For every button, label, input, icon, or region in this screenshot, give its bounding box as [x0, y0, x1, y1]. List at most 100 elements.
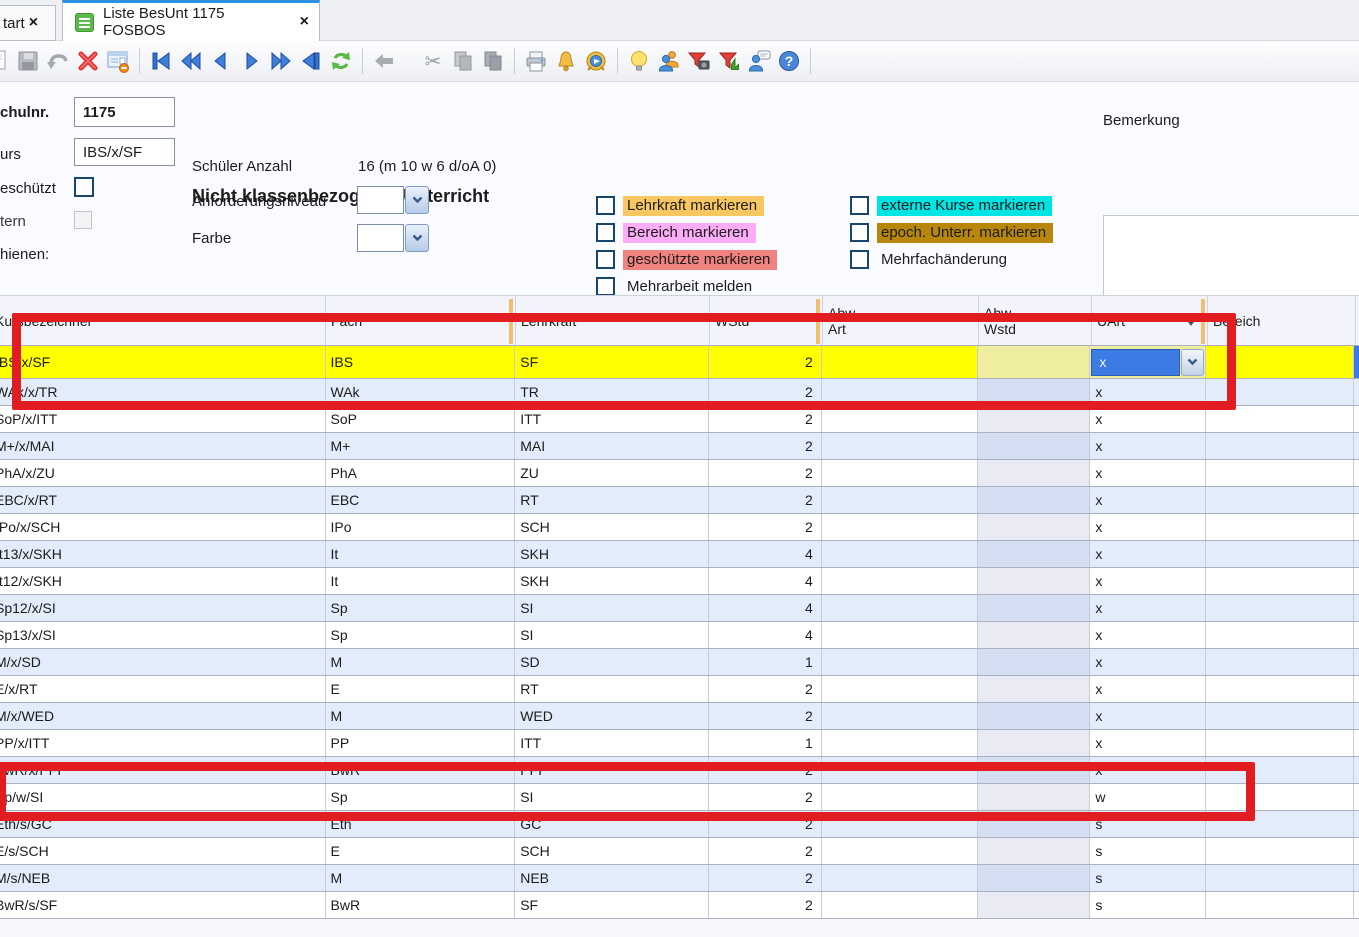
cell-abw-art[interactable]	[822, 703, 978, 729]
cell-bereich[interactable]	[1206, 703, 1354, 729]
cell-uart[interactable]: x	[1090, 730, 1206, 756]
table-row[interactable]: Sp12/x/SISpSI4x	[0, 595, 1359, 622]
nav-fast-back-icon[interactable]	[179, 49, 203, 73]
cell-abw-art[interactable]	[822, 676, 978, 702]
cell-lehrkraft[interactable]: ZU	[515, 460, 709, 486]
cell-abw-wstd[interactable]	[978, 595, 1091, 621]
cell-fach[interactable]: M+	[326, 433, 516, 459]
checkbox[interactable]	[596, 196, 615, 215]
cell-wstd[interactable]: 4	[709, 595, 822, 621]
filter-add-icon[interactable]	[717, 49, 741, 73]
cell-wstd[interactable]: 2	[709, 433, 822, 459]
tab-start[interactable]: tart ×	[0, 5, 56, 41]
cell-abw-art[interactable]	[822, 730, 978, 756]
cell-j[interactable]	[1354, 487, 1359, 513]
cell-j[interactable]	[1354, 811, 1359, 837]
cell-wstd[interactable]: 4	[709, 568, 822, 594]
tab-liste-besunt-close-icon[interactable]: ×	[300, 14, 309, 30]
help-icon[interactable]: ?	[777, 49, 801, 73]
schulnr-field[interactable]: 1175	[74, 97, 175, 127]
table-row[interactable]: Sp13/x/SISpSI4x	[0, 622, 1359, 649]
bulb-icon[interactable]	[627, 49, 651, 73]
cell-j[interactable]	[1354, 784, 1359, 810]
cell-j[interactable]	[1354, 865, 1359, 891]
cell-fach[interactable]: E	[326, 676, 516, 702]
table-row[interactable]: EBC/x/RTEBCRT2x	[0, 487, 1359, 514]
cell-kursbezeichner[interactable]: Sp12/x/SI	[0, 595, 326, 621]
new-record-icon[interactable]	[0, 49, 10, 73]
cell-wstd[interactable]: 2	[709, 676, 822, 702]
cell-bereich[interactable]	[1206, 676, 1354, 702]
cell-abw-wstd[interactable]	[978, 541, 1091, 567]
cell-wstd[interactable]: 2	[709, 703, 822, 729]
cell-fach[interactable]: BwR	[326, 892, 516, 918]
cut-icon[interactable]: ✂	[421, 49, 445, 73]
cell-j[interactable]	[1354, 514, 1359, 540]
cell-abw-wstd[interactable]	[978, 649, 1091, 675]
cell-fach[interactable]: M	[326, 649, 516, 675]
cell-wstd[interactable]: 4	[709, 541, 822, 567]
cell-abw-art[interactable]	[822, 595, 978, 621]
table-row[interactable]: SoP/x/ITTSoPITT2x	[0, 406, 1359, 433]
cell-wstd[interactable]: 2	[709, 460, 822, 486]
users-icon[interactable]	[657, 49, 681, 73]
cell-j[interactable]	[1354, 757, 1359, 783]
table-row[interactable]: PP/x/ITTPPITT1x	[0, 730, 1359, 757]
cell-j[interactable]	[1354, 568, 1359, 594]
filter-camera-icon[interactable]	[687, 49, 711, 73]
table-row[interactable]: E/x/RTERT2x	[0, 676, 1359, 703]
cell-lehrkraft[interactable]: MAI	[515, 433, 709, 459]
geschuetzt-checkbox[interactable]	[74, 177, 94, 197]
cell-abw-art[interactable]	[822, 541, 978, 567]
cell-abw-art[interactable]	[822, 649, 978, 675]
cell-abw-wstd[interactable]	[978, 622, 1091, 648]
cell-kursbezeichner[interactable]: M+/x/MAI	[0, 433, 326, 459]
cell-fach[interactable]: It	[326, 541, 516, 567]
checkbox[interactable]	[596, 223, 615, 242]
cell-wstd[interactable]: 2	[709, 865, 822, 891]
cell-j[interactable]	[1354, 703, 1359, 729]
cell-abw-wstd[interactable]	[978, 703, 1091, 729]
cell-kursbezeichner[interactable]: It12/x/SKH	[0, 568, 326, 594]
chevron-down-icon[interactable]	[405, 224, 429, 252]
cell-j[interactable]	[1354, 622, 1359, 648]
cell-uart[interactable]: s	[1090, 892, 1206, 918]
cell-kursbezeichner[interactable]: E/x/RT	[0, 676, 326, 702]
table-row[interactable]: It13/x/SKHItSKH4x	[0, 541, 1359, 568]
cell-fach[interactable]: IPo	[326, 514, 516, 540]
cell-fach[interactable]: EBC	[326, 487, 516, 513]
cell-uart[interactable]: x	[1090, 649, 1206, 675]
kurs-field[interactable]: IBS/x/SF	[74, 138, 175, 166]
table-row[interactable]: It12/x/SKHItSKH4x	[0, 568, 1359, 595]
nav-forward-icon[interactable]	[239, 49, 263, 73]
undo-icon[interactable]	[46, 49, 70, 73]
nav-back-icon[interactable]	[209, 49, 233, 73]
refresh-icon[interactable]	[329, 49, 353, 73]
cell-bereich[interactable]	[1206, 838, 1354, 864]
farbe-dropdown[interactable]	[357, 224, 429, 252]
cell-j[interactable]	[1354, 676, 1359, 702]
cell-abw-art[interactable]	[822, 514, 978, 540]
cell-uart[interactable]: x	[1090, 487, 1206, 513]
copy-icon[interactable]	[451, 49, 475, 73]
tab-liste-besunt[interactable]: Liste BesUnt 1175 FOSBOS ×	[62, 0, 320, 41]
cell-uart[interactable]: x	[1090, 514, 1206, 540]
cell-kursbezeichner[interactable]: BwR/s/SF	[0, 892, 326, 918]
cell-bereich[interactable]	[1206, 514, 1354, 540]
cell-kursbezeichner[interactable]: E/s/SCH	[0, 838, 326, 864]
cell-fach[interactable]: Sp	[326, 595, 516, 621]
cell-lehrkraft[interactable]: NEB	[515, 865, 709, 891]
table-row[interactable]: M/x/SDMSD1x	[0, 649, 1359, 676]
chevron-down-icon[interactable]	[405, 186, 429, 214]
cell-abw-art[interactable]	[822, 487, 978, 513]
cell-wstd[interactable]: 2	[709, 892, 822, 918]
cell-lehrkraft[interactable]: SI	[515, 622, 709, 648]
table-row[interactable]: E/s/SCHESCH2s	[0, 838, 1359, 865]
checkbox[interactable]	[850, 196, 869, 215]
cell-j[interactable]	[1354, 541, 1359, 567]
cell-j[interactable]	[1354, 838, 1359, 864]
save-icon[interactable]	[16, 49, 40, 73]
cell-fach[interactable]: PhA	[326, 460, 516, 486]
cell-bereich[interactable]	[1206, 865, 1354, 891]
checkbox[interactable]	[596, 250, 615, 269]
